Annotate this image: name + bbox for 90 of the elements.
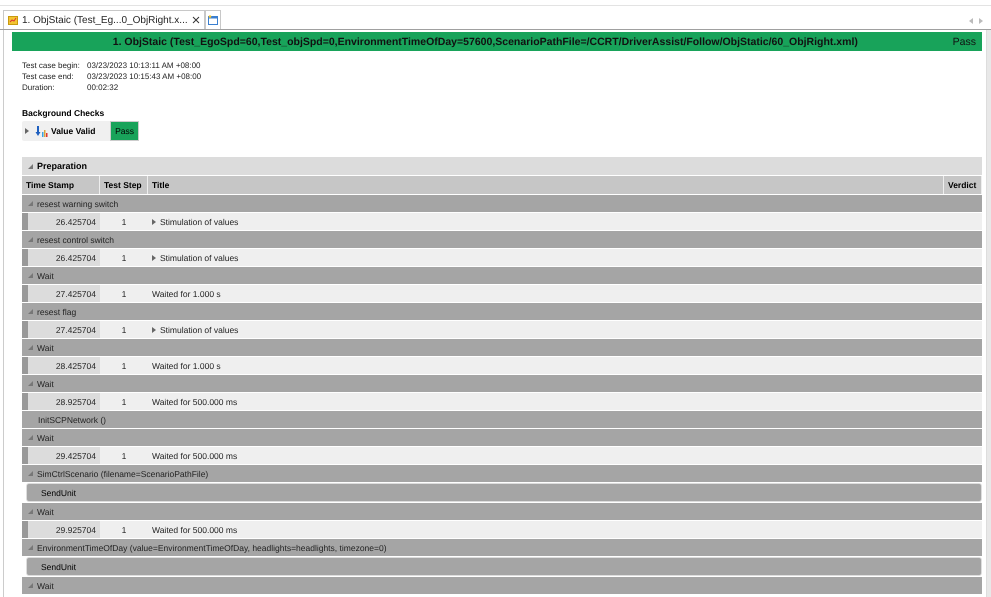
column-header: Title <box>148 176 944 194</box>
group-header[interactable]: Wait <box>22 375 982 392</box>
collapse-icon[interactable] <box>28 309 33 314</box>
step-cell-text: 1 <box>120 524 128 536</box>
group-header[interactable]: Wait <box>22 503 982 520</box>
group-header[interactable]: Wait <box>22 339 982 356</box>
collapse-icon[interactable] <box>28 237 33 242</box>
step-title: Waited for 1.000 s <box>152 360 221 370</box>
step-title: Stimulation of values <box>160 216 238 226</box>
detail-value: 00:02:32 <box>87 83 120 92</box>
detail-label: Test case begin: <box>22 61 81 70</box>
group-title: Wait <box>37 270 54 280</box>
section-title: Preparation <box>37 161 88 171</box>
step-title: Waited for 1.000 s <box>152 288 221 298</box>
report-icon <box>8 16 18 24</box>
group-header[interactable]: resest warning switch <box>22 195 982 212</box>
timestamp-cell: 26.425704 <box>28 213 100 230</box>
step-title: Stimulation of values <box>160 252 238 262</box>
step-title: Waited for 500.000 ms <box>152 450 238 460</box>
step-cell-text: 1 <box>120 396 128 408</box>
step-cell-text: 1 <box>120 252 128 264</box>
collapse-icon[interactable] <box>28 345 33 350</box>
group-title: EnvironmentTimeOfDay (value=EnvironmentTimeOfDay, headlights=headlights, timezone=0) <box>37 542 387 552</box>
timestamp-cell: 29.425704 <box>28 447 100 464</box>
document-tab[interactable]: 1. ObjStaic (Test_Eg...0_ObjRight.x... <box>3 10 205 29</box>
subgroup-row: SendUnit <box>26 483 982 502</box>
detail-label: Duration: <box>22 83 56 92</box>
step-title: Waited for 500.000 ms <box>152 524 238 534</box>
collapse-icon[interactable] <box>28 545 33 550</box>
detail-value: 03/23/2023 10:13:11 AM +08:00 <box>87 61 202 70</box>
expand-icon[interactable] <box>152 254 156 260</box>
timestamp-cell: 28.425704 <box>28 357 100 374</box>
expand-icon[interactable] <box>25 128 29 134</box>
step-cell-text: 1 <box>120 360 128 372</box>
timestamp-cell: 29.925704 <box>28 521 100 538</box>
new-tab-button[interactable] <box>204 10 221 29</box>
collapse-icon[interactable] <box>28 201 33 206</box>
step-title: Stimulation of values <box>160 324 238 334</box>
verdict-badge: Pass <box>110 121 139 141</box>
group-title: Wait <box>37 432 54 442</box>
section-heading: Background Checks <box>22 108 106 118</box>
group-header[interactable]: Wait <box>22 577 982 594</box>
collapse-icon[interactable] <box>28 583 33 588</box>
check-name: Value Valid <box>51 126 96 136</box>
group-header[interactable]: EnvironmentTimeOfDay (value=EnvironmentTimeOfDay, headlights=headlights, timezone=0) <box>22 539 982 556</box>
timestamp-cell: 27.425704 <box>28 321 100 338</box>
new-document-icon <box>208 15 218 25</box>
collapse-icon[interactable] <box>28 381 33 386</box>
step-cell-text: 1 <box>120 450 128 462</box>
timestamp-cell: 27.425704 <box>28 285 100 302</box>
collapse-icon[interactable] <box>28 509 33 514</box>
group-title: SimCtrlScenario (filename=ScenarioPathFile) <box>37 468 208 478</box>
collapse-icon[interactable] <box>28 164 33 168</box>
timestamp-cell: 28.925704 <box>28 393 100 410</box>
group-title: Wait <box>37 342 54 352</box>
scroll-left-icon[interactable] <box>969 18 973 24</box>
expand-icon[interactable] <box>152 218 156 224</box>
subgroup-row: SendUnit <box>26 557 982 576</box>
group-header[interactable]: Wait <box>22 429 982 446</box>
detail-label: Test case end: <box>22 72 75 81</box>
close-icon[interactable] <box>192 16 200 24</box>
group-title: Wait <box>37 580 54 590</box>
detail-value: 03/23/2023 10:15:43 AM +08:00 <box>87 72 202 81</box>
group-title: Wait <box>37 506 54 516</box>
signal-chart-icon <box>35 126 48 136</box>
timestamp-cell: 26.425704 <box>28 249 100 266</box>
step-cell-text: 1 <box>120 288 128 300</box>
group-title: resest warning switch <box>37 198 118 208</box>
column-header: Verdict <box>944 176 982 194</box>
group-header[interactable]: SimCtrlScenario (filename=ScenarioPathFile) <box>22 465 982 482</box>
group-header: InitSCPNetwork () <box>22 411 982 428</box>
column-header: Time Stamp <box>22 176 100 194</box>
group-header[interactable]: resest control switch <box>22 231 982 248</box>
column-header: Test Step <box>100 176 148 194</box>
group-header[interactable]: Wait <box>22 267 982 284</box>
collapse-icon[interactable] <box>28 435 33 440</box>
collapse-icon[interactable] <box>28 471 33 476</box>
expand-icon[interactable] <box>152 326 156 332</box>
group-title: resest flag <box>37 306 76 316</box>
group-header[interactable]: resest flag <box>22 303 982 320</box>
group-title: Wait <box>37 378 54 388</box>
collapse-icon[interactable] <box>28 273 33 278</box>
step-cell-text: 1 <box>120 324 128 336</box>
test-case-title: 1. ObjStaic (Test_EgoSpd=60,Test_objSpd=0,EnvironmentTimeOfDay=57600,ScenarioPathFile=/CCRT/DriverAssist/Follow/ObjStatic/60_ObjRight.xml) <box>112 36 859 48</box>
section-header[interactable]: Preparation <box>22 157 982 175</box>
verdict-text: Pass <box>952 36 976 48</box>
scroll-right-icon[interactable] <box>979 18 983 24</box>
step-title: Waited for 500.000 ms <box>152 396 238 406</box>
group-title: resest control switch <box>37 234 114 244</box>
step-cell-text: 1 <box>120 216 128 228</box>
